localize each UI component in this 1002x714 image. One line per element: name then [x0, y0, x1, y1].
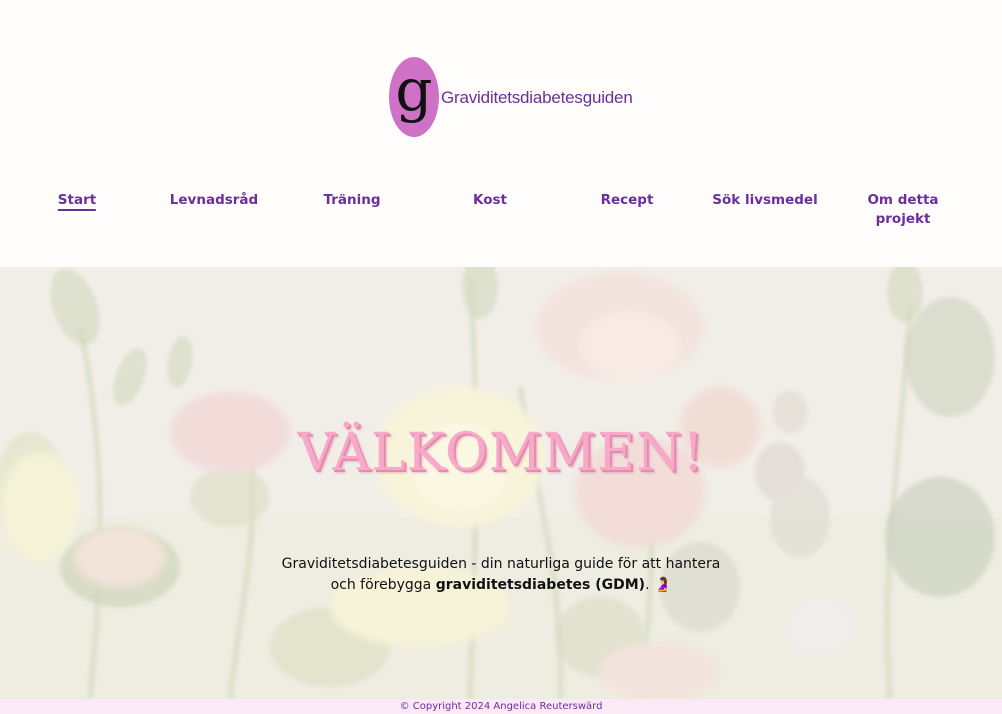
hero-intro-line-1: Graviditetsdiabetesguiden - din naturlig…: [281, 556, 721, 572]
nav-item-start[interactable]: Start: [57, 191, 97, 211]
hero-section: VÄLKOMMEN! Graviditetsdiabetesguiden - d…: [0, 267, 1002, 699]
nav-item-recept[interactable]: Recept: [601, 191, 654, 210]
logo-letter: g: [395, 56, 433, 124]
site-header: g Graviditetsdiabetesguiden Start Levnad…: [0, 0, 1002, 267]
nav-item-label: Sök livsmedel: [712, 192, 818, 208]
nav-item-label: Recept: [600, 192, 654, 208]
site-logo-link[interactable]: g Graviditetsdiabetesguiden: [389, 56, 633, 138]
hero-intro-prefix: och förebygga: [330, 577, 436, 593]
page: g Graviditetsdiabetesguiden Start Levnad…: [0, 0, 1002, 714]
logo-text: Graviditetsdiabetesguiden: [441, 88, 633, 107]
nav-item-sok-livsmedel[interactable]: Sök livsmedel: [712, 191, 817, 210]
nav-item-traning[interactable]: Träning: [323, 191, 380, 210]
copyright-text: © Copyright 2024 Angelica Reuterswärd: [399, 701, 603, 712]
nav-item-label: Levnadsråd: [169, 192, 259, 208]
nav-item-levnadsrad[interactable]: Levnadsråd: [170, 191, 258, 210]
hero-intro-line-2: och förebygga graviditetsdiabetes (GDM).…: [0, 575, 1002, 596]
main-nav: Start Levnadsråd Träning Kost Recept Sök…: [0, 191, 1002, 251]
nav-item-label: Träning: [323, 192, 381, 208]
nav-item-kost[interactable]: Kost: [473, 191, 507, 210]
nav-item-label: Om detta projekt: [867, 192, 939, 227]
site-footer: © Copyright 2024 Angelica Reuterswärd: [0, 699, 1002, 714]
nav-item-om-detta-projekt[interactable]: Om detta projekt: [863, 191, 943, 229]
pregnant-woman-icon: 🤰: [653, 577, 672, 593]
nav-item-label: Start: [57, 192, 97, 211]
hero-overlay: [0, 267, 1002, 699]
hero-intro-text: Graviditetsdiabetesguiden - din naturlig…: [0, 554, 1002, 596]
hero-intro-bold: graviditetsdiabetes (GDM): [435, 577, 646, 593]
welcome-heading: VÄLKOMMEN!: [297, 423, 705, 483]
nav-item-label: Kost: [473, 192, 507, 208]
hero-intro-suffix: .: [645, 577, 650, 593]
logo-icon: g: [389, 57, 439, 137]
